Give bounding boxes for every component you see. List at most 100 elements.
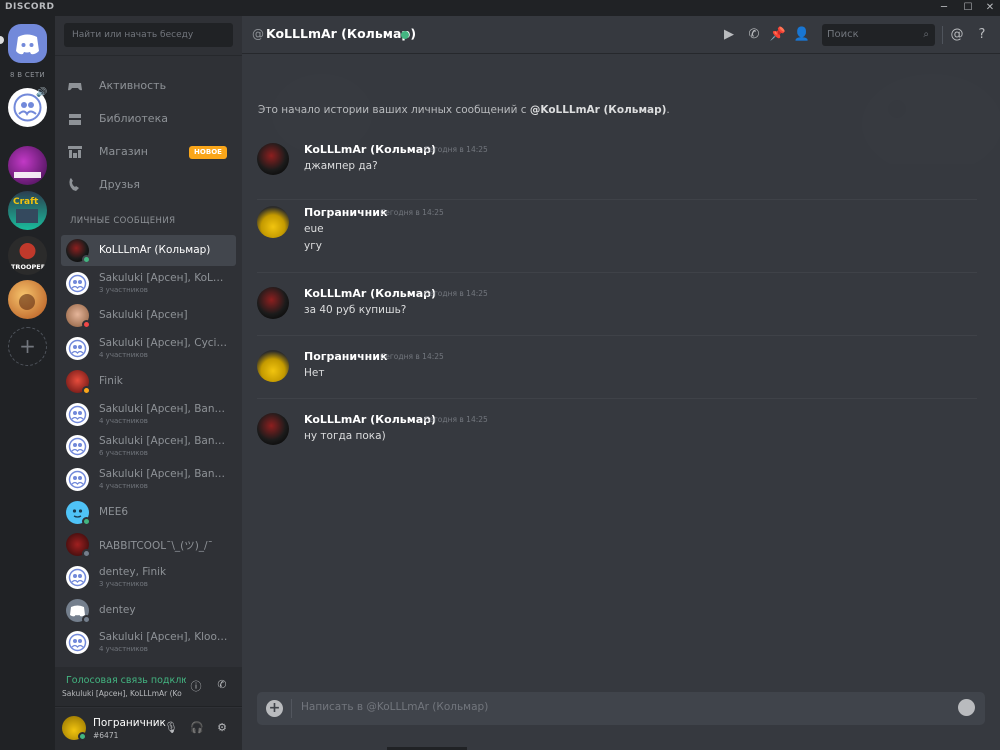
group-avatar [66,271,89,295]
member-count: 6 участников [99,449,148,458]
avatar[interactable] [257,413,289,445]
message-author[interactable]: KoLLLmAr (Кольмар) [304,143,436,156]
message-text: за 40 руб купишь? [304,304,407,316]
dm-item[interactable]: dentey, Finik 3 участников [61,562,236,593]
maximize-button[interactable]: ☐ [956,0,980,16]
nav-store[interactable]: Магазин НОВОЕ [63,137,235,167]
status-indicator [82,320,91,330]
dm-name: Sakuluki [Арсен] [99,309,188,322]
dm-item[interactable]: Sakuluki [Арсен], Bank... 4 участников [61,399,236,430]
server-troopers-icon: TROOPERS [11,243,47,271]
emoji-picker-icon[interactable] [958,699,975,716]
dm-item[interactable]: Sakuluki [Арсен], KoLLL... 3 участников [61,268,236,299]
message-author[interactable]: Пограничник [304,350,387,363]
nav-label: Друзья [99,178,141,191]
info-icon[interactable]: ⓘ [188,678,204,694]
dm-item[interactable]: Sakuluki [Арсен], Kloos... 4 участников [61,627,236,658]
message-input[interactable]: Написать в @KoLLLmAr (Кольмар) [301,701,488,713]
dm-item[interactable]: Sakuluki [Арсен], Cycik... 4 участников [61,333,236,364]
settings-gear-icon[interactable]: ⚙ [214,721,230,737]
dm-item[interactable]: Sakuluki [Арсен] [61,300,236,331]
library-icon [69,114,81,125]
server-craft[interactable]: Craft [8,191,47,230]
dm-intro-text: Это начало истории ваших личных сообщени… [258,104,670,116]
message-timestamp: Сегодня в 14:25 [424,289,488,298]
message-divider [257,398,977,399]
chat-header: @ KoLLLmAr (Кольмар) ▶ ✆ 📌 👤 Поиск ⌕ @ ? [242,16,1000,54]
voice-connection-panel: Голосовая связь подклю Sakuluki [Арсен],… [55,667,242,707]
pinned-messages-icon[interactable]: 📌 [769,26,787,44]
server-cartoon[interactable] [8,280,47,319]
headphones-icon[interactable]: 🎧 [189,721,205,737]
selected-indicator [0,36,4,44]
nav-activity[interactable]: Активность [63,71,235,101]
close-button[interactable]: ✕ [978,0,1000,16]
message-text: джампер да? [304,160,378,172]
message-timestamp: Сегодня в 14:25 [380,208,444,217]
nav-library[interactable]: Библиотека [63,104,235,134]
dm-item[interactable]: Sakuluki [Арсен], Bank... 6 участников [61,431,236,462]
microphone-icon[interactable]: 🎙 [163,721,179,737]
mentions-icon[interactable]: @ [948,26,966,44]
status-indicator [82,385,91,395]
dm-name: Sakuluki [Арсен], Bank... [99,402,229,415]
dm-item[interactable]: MEE6 [61,497,236,528]
dm-item[interactable]: Finik [61,366,236,397]
status-online [78,732,87,741]
search-icon: ⌕ [923,29,929,40]
avatar[interactable] [257,287,289,319]
nav-label: Магазин [99,145,148,158]
svg-text:Craft: Craft [13,197,39,207]
message-author[interactable]: KoLLLmAr (Кольмар) [304,413,436,426]
server-fornite-icon [14,172,41,178]
dm-sidebar: Найти или начать беседу Активность Библи… [55,16,242,750]
header-divider [942,26,943,44]
upload-plus-icon[interactable]: + [266,700,283,717]
server-fornite[interactable] [8,146,47,185]
message-author[interactable]: KoLLLmAr (Кольмар) [304,287,436,300]
help-icon[interactable]: ? [973,26,991,44]
message-text: ну тогда пока) [304,430,386,442]
member-count: 4 участников [99,645,148,654]
minimize-button[interactable]: ─ [932,0,956,16]
plus-icon: + [19,334,36,358]
search-input[interactable]: Поиск ⌕ [822,24,935,46]
group-avatar [66,631,89,655]
avatar[interactable] [257,206,289,238]
dm-name: RABBITCOOL¯\_(ツ)_/¯ [99,540,213,553]
message-composer[interactable]: + Написать в @KoLLLmAr (Кольмар) [257,692,985,725]
status-indicator [82,255,91,264]
message-divider [257,272,977,273]
home-button[interactable] [8,24,47,63]
dm-name: Sakuluki [Арсен], Kloos... [99,631,229,644]
at-icon: @ [252,27,264,41]
avatar[interactable] [257,143,289,175]
group-avatar [66,337,89,361]
store-icon [68,146,82,158]
message-author[interactable]: Пограничник [304,206,387,219]
video-call-icon[interactable]: ▶ [720,26,738,44]
nav-friends[interactable]: Друзья [63,170,235,200]
message-divider [257,199,977,200]
add-friend-icon[interactable]: 👤 [793,26,811,44]
dm-item[interactable]: Sakuluki [Арсен], Bank... 4 участников [61,464,236,495]
dm-name: Sakuluki [Арсен], Bank... [99,435,229,448]
avatar[interactable] [257,350,289,382]
dm-item[interactable]: RABBITCOOL¯\_(ツ)_/¯ [61,529,236,560]
user-panel: Пограничник #6471 🎙 🎧 ⚙ [55,708,242,750]
gamepad-icon [68,83,82,91]
nav-label: Активность [99,79,167,92]
voice-call-icon[interactable]: ✆ [745,26,763,44]
dm-name: Finik [99,374,123,387]
disconnect-icon[interactable]: ✆ [214,678,230,694]
group-avatar [66,402,89,426]
server-troopers[interactable]: TROOPERS [8,236,47,275]
dm-section-header: ЛИЧНЫЕ СООБЩЕНИЯ [70,216,176,226]
dm-name: MEE6 [99,505,129,518]
dm-name: KoLLLmAr (Кольмар) [99,244,211,256]
voice-participants: Sakuluki [Арсен], KoLLLmAr (Ko... [62,689,182,698]
add-server-button[interactable]: + [8,327,47,366]
find-conversation-input[interactable]: Найти или начать беседу [64,23,233,47]
dm-item[interactable]: KoLLLmAr (Кольмар) [61,235,236,266]
dm-item[interactable]: dentey [61,595,236,626]
